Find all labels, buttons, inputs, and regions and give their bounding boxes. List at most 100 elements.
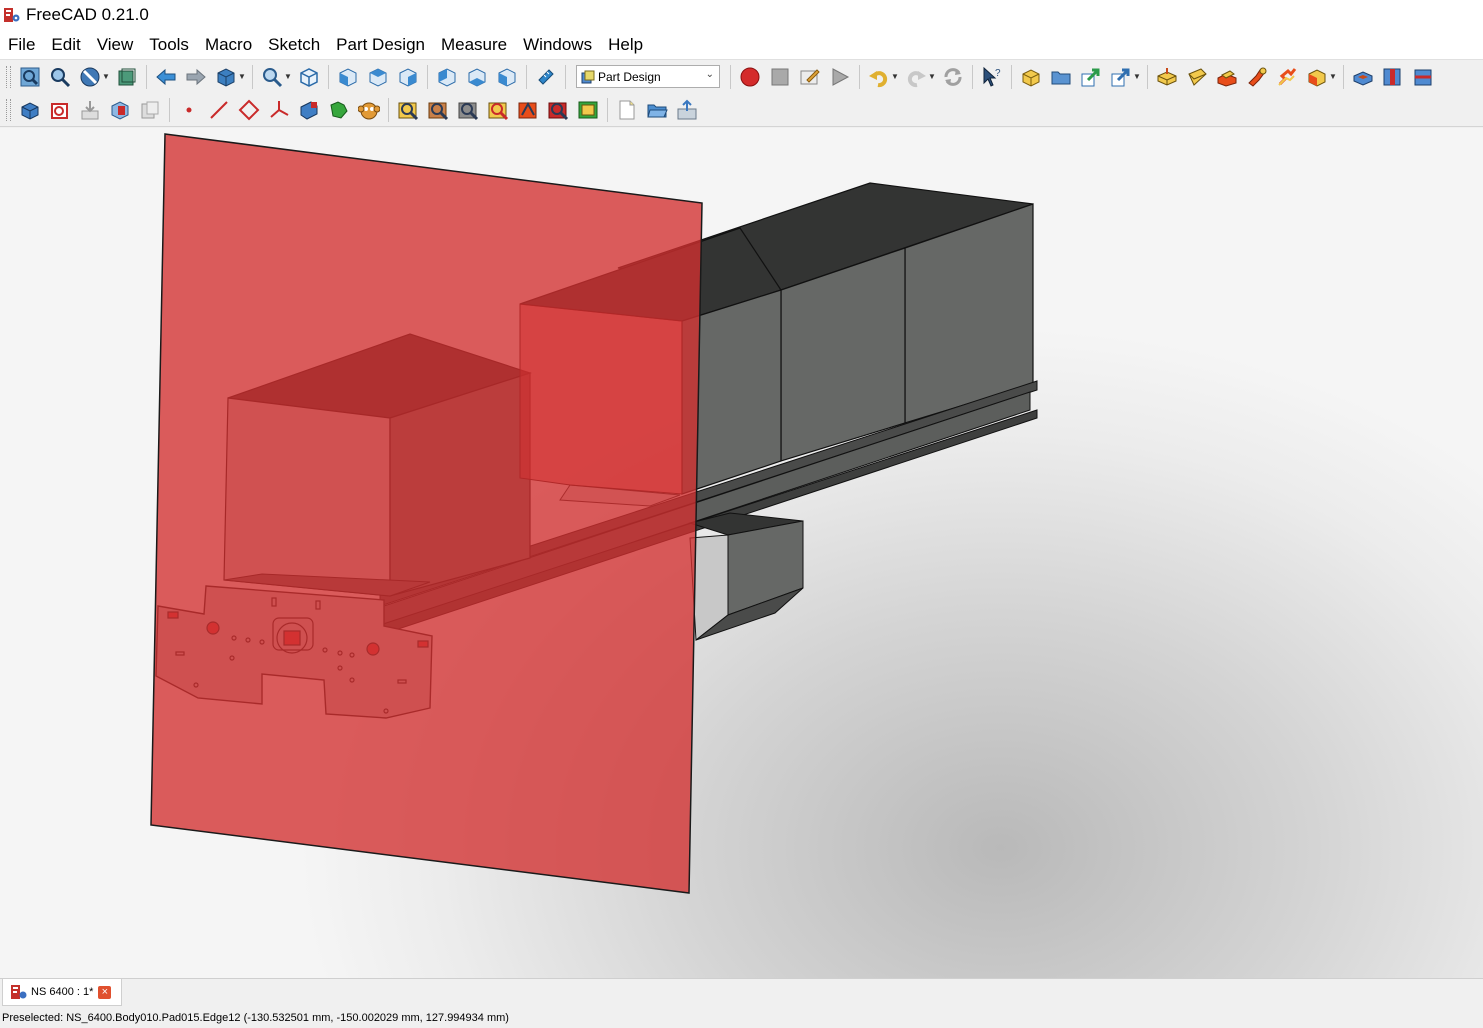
zoom-dropdown[interactable]: ▼	[284, 65, 292, 89]
pocket-button[interactable]	[1351, 65, 1375, 89]
3d-viewport[interactable]	[0, 128, 1483, 978]
linear-pattern-button[interactable]	[546, 98, 570, 122]
toolbar-separator	[607, 97, 608, 122]
create-part-button[interactable]	[1019, 65, 1043, 89]
toolbar-main: ▼ ▼ ▼ Part Design ⌄ ▼ ▼ ? ▼ ▼	[0, 59, 1483, 93]
close-icon[interactable]: ×	[98, 985, 112, 999]
menu-file[interactable]: File	[0, 30, 43, 59]
menu-macro[interactable]: Macro	[197, 30, 260, 59]
left-view-button[interactable]	[495, 65, 519, 89]
record-icon	[740, 67, 760, 86]
thickness-icon	[488, 102, 509, 120]
refresh-button[interactable]	[941, 65, 965, 89]
menu-measure[interactable]: Measure	[433, 30, 515, 59]
redo-button[interactable]	[904, 65, 928, 89]
local-cs-button[interactable]	[267, 98, 291, 122]
whats-this-button[interactable]: ?	[980, 65, 1004, 89]
toolbar-grip[interactable]	[6, 98, 11, 121]
workbench-selector[interactable]: Part Design ⌄	[576, 65, 720, 88]
multi-transform-icon	[578, 101, 598, 118]
macro-edit-button[interactable]	[798, 65, 822, 89]
bottom-view-button[interactable]	[465, 65, 489, 89]
fit-all-button[interactable]	[18, 65, 42, 89]
menu-part-design[interactable]: Part Design	[328, 30, 433, 59]
arrow-right-icon	[186, 68, 206, 85]
bounding-box-button[interactable]	[115, 65, 139, 89]
std-views-dropdown[interactable]: ▼	[238, 65, 246, 89]
fillet-icon	[398, 102, 419, 120]
additive-primitive-button[interactable]	[1305, 65, 1329, 89]
isometric-view-button[interactable]	[297, 65, 321, 89]
loft-icon	[1217, 69, 1237, 87]
create-body-button[interactable]	[18, 98, 42, 122]
zoom-button[interactable]	[260, 65, 284, 89]
create-group-button[interactable]	[1049, 65, 1073, 89]
create-link-button[interactable]	[1079, 65, 1103, 89]
undo-button[interactable]	[867, 65, 891, 89]
chamfer-icon	[428, 102, 449, 120]
rear-view-button[interactable]	[435, 65, 459, 89]
redo-icon	[907, 70, 926, 87]
additive-loft-button[interactable]	[1215, 65, 1239, 89]
additive-helix-button[interactable]	[1275, 65, 1299, 89]
multi-transform-button[interactable]	[576, 98, 600, 122]
menu-sketch[interactable]: Sketch	[260, 30, 328, 59]
new-document-button[interactable]	[615, 98, 639, 122]
top-view-button[interactable]	[366, 65, 390, 89]
additive-pad-button[interactable]	[1155, 65, 1179, 89]
draw-style-button[interactable]	[78, 65, 102, 89]
macro-record-button[interactable]	[738, 65, 762, 89]
sub-shape-binder-button[interactable]	[297, 98, 321, 122]
mirrored-monkey-button[interactable]	[357, 98, 381, 122]
datum-line-button[interactable]	[207, 98, 231, 122]
draft-button[interactable]	[456, 98, 480, 122]
save-document-button[interactable]	[675, 98, 699, 122]
3d-scene[interactable]	[0, 128, 1483, 978]
fillet-button[interactable]	[396, 98, 420, 122]
chamfer-button[interactable]	[426, 98, 450, 122]
draw-style-dropdown[interactable]: ▼	[102, 65, 110, 89]
mirrored-button[interactable]	[516, 98, 540, 122]
create-sketch-button[interactable]	[48, 98, 72, 122]
back-button[interactable]	[154, 65, 178, 89]
datum-plane-button[interactable]	[237, 98, 261, 122]
forward-button[interactable]	[184, 65, 208, 89]
validate-sketch-button[interactable]	[78, 98, 102, 122]
link-actions-dropdown[interactable]: ▼	[1133, 65, 1141, 89]
additive-primitive-dropdown[interactable]: ▼	[1329, 65, 1337, 89]
measure-distance-button[interactable]	[534, 65, 558, 89]
ruler-icon	[538, 68, 554, 85]
thickness-button[interactable]	[486, 98, 510, 122]
macro-run-button[interactable]	[828, 65, 852, 89]
menu-help[interactable]: Help	[600, 30, 651, 59]
shape-binder-button[interactable]	[108, 98, 132, 122]
groove-icon	[1414, 69, 1432, 85]
revolution-button[interactable]	[1185, 65, 1209, 89]
toolbar-grip[interactable]	[6, 65, 11, 88]
front-view-button[interactable]	[336, 65, 360, 89]
macro-stop-button[interactable]	[768, 65, 792, 89]
undo-icon	[869, 70, 888, 87]
link-actions-button[interactable]	[1109, 65, 1133, 89]
std-views-button[interactable]	[214, 65, 238, 89]
menu-edit[interactable]: Edit	[43, 30, 88, 59]
datum-point-button[interactable]	[177, 98, 201, 122]
sketch-icon	[51, 102, 68, 119]
document-tab[interactable]: NS 6400 : 1* ×	[2, 979, 122, 1006]
additive-pipe-button[interactable]	[1245, 65, 1269, 89]
right-view-button[interactable]	[396, 65, 420, 89]
menu-view[interactable]: View	[89, 30, 142, 59]
create-clone-button[interactable]	[327, 98, 351, 122]
menu-tools[interactable]: Tools	[141, 30, 197, 59]
groove-button[interactable]	[1411, 65, 1435, 89]
fit-selection-button[interactable]	[48, 65, 72, 89]
document-tab-bar: NS 6400 : 1* ×	[0, 978, 1483, 1009]
hole-button[interactable]	[1381, 65, 1405, 89]
zoom-selection-icon	[51, 67, 71, 87]
undo-dropdown[interactable]: ▼	[891, 65, 899, 89]
open-document-button[interactable]	[645, 98, 669, 122]
clone-button[interactable]	[138, 98, 162, 122]
front-view-icon	[339, 67, 357, 87]
redo-dropdown[interactable]: ▼	[928, 65, 936, 89]
menu-windows[interactable]: Windows	[515, 30, 600, 59]
